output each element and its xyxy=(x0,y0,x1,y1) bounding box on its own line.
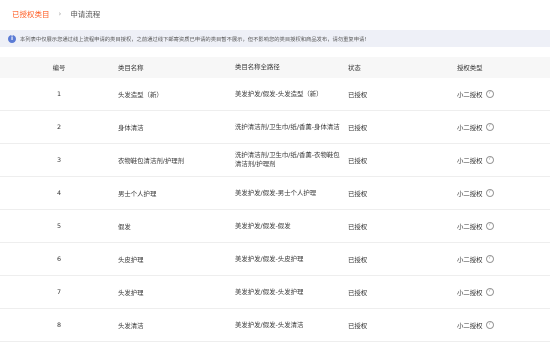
row-category-path: 美发护发/假发-男士个人护理 xyxy=(235,188,317,197)
row-authorization-type: 小二授权 ? xyxy=(457,123,550,132)
row-category-name: 头发护理 xyxy=(118,288,144,297)
row-authorization-type: 小二授权 ? xyxy=(457,321,550,330)
help-icon[interactable]: ? xyxy=(485,288,494,296)
row-index: 1 xyxy=(56,90,62,98)
row-index: 2 xyxy=(56,123,62,131)
row-index: 5 xyxy=(56,222,62,230)
table-row: 6 头皮护理 美发护发/假发-头皮护理 已授权 小二授权 ? xyxy=(0,243,550,276)
table-row: 1 头发造型（新） 美发护发/假发-头发造型（新） 已授权 小二授权 ? xyxy=(0,78,550,111)
row-authorization-type: 小二授权 ? xyxy=(457,189,550,198)
help-icon[interactable]: ? xyxy=(485,255,494,263)
authorization-type-label: 小二授权 xyxy=(457,321,483,330)
header-index: 编号 xyxy=(52,64,66,72)
row-status: 已授权 xyxy=(348,222,368,231)
row-category-path: 美发护发/假发-假发 xyxy=(235,221,291,230)
row-status: 已授权 xyxy=(348,123,368,132)
row-index: 4 xyxy=(56,189,62,197)
authorization-type-label: 小二授权 xyxy=(457,288,483,297)
row-category-path: 洗护清洁剂/卫生巾/纸/香薰-身体清洁 xyxy=(235,122,340,131)
header-category-name: 类目名称 xyxy=(118,64,144,72)
row-category-path: 美发护发/假发-头发清洁 xyxy=(235,320,304,329)
breadcrumb-application-process[interactable]: 申请流程 xyxy=(70,9,100,20)
row-status: 已授权 xyxy=(348,321,368,330)
authorization-type-label: 小二授权 xyxy=(457,123,483,132)
row-category-name: 头皮护理 xyxy=(118,255,144,264)
help-icon[interactable]: ? xyxy=(485,321,494,329)
breadcrumb-authorized-categories[interactable]: 已授权类目 xyxy=(12,9,50,20)
notice-bar: i 本列表中仅展示您通过线上流程申请的类目授权，之前通过线下邮寄资质已申请的类目… xyxy=(0,30,550,47)
row-authorization-type: 小二授权 ? xyxy=(457,156,550,165)
row-status: 已授权 xyxy=(348,156,368,165)
table-row: 2 身体清洁 洗护清洁剂/卫生巾/纸/香薰-身体清洁 已授权 小二授权 ? xyxy=(0,111,550,144)
authorized-categories-page: 已授权类目 › 申请流程 i 本列表中仅展示您通过线上流程申请的类目授权，之前通… xyxy=(0,0,550,342)
row-index: 8 xyxy=(56,321,62,329)
row-status: 已授权 xyxy=(348,288,368,297)
row-category-name: 假发 xyxy=(118,222,131,231)
row-authorization-type: 小二授权 ? xyxy=(457,288,550,297)
row-status: 已授权 xyxy=(348,189,368,198)
help-icon[interactable]: ? xyxy=(485,123,494,131)
table-row: 8 头发清洁 美发护发/假发-头发清洁 已授权 小二授权 ? xyxy=(0,309,550,342)
notice-text: 本列表中仅展示您通过线上流程申请的类目授权，之前通过线下邮寄资质已申请的类目暂不… xyxy=(20,36,367,43)
row-authorization-type: 小二授权 ? xyxy=(457,222,550,231)
row-index: 3 xyxy=(56,156,62,164)
row-category-name: 男士个人护理 xyxy=(118,189,157,198)
help-icon[interactable]: ? xyxy=(485,222,494,230)
row-authorization-type: 小二授权 ? xyxy=(457,90,550,99)
breadcrumb-separator: › xyxy=(58,10,62,18)
row-index: 7 xyxy=(56,288,62,296)
table-row: 3 衣物鞋包清洁剂/护理剂 洗护清洁剂/卫生巾/纸/香薰-衣物鞋包清洁剂/护理剂… xyxy=(0,144,550,177)
row-category-path: 美发护发/假发-头皮护理 xyxy=(235,254,304,263)
table-row: 4 男士个人护理 美发护发/假发-男士个人护理 已授权 小二授权 ? xyxy=(0,177,550,210)
authorization-type-label: 小二授权 xyxy=(457,156,483,165)
header-authorization-type: 授权类型 xyxy=(457,64,483,72)
row-category-path: 美发护发/假发-头发造型（新） xyxy=(235,89,323,98)
help-icon[interactable]: ? xyxy=(485,156,494,164)
authorization-type-label: 小二授权 xyxy=(457,90,483,99)
row-category-path: 洗护清洁剂/卫生巾/纸/香薰-衣物鞋包清洁剂/护理剂 xyxy=(235,151,340,168)
authorization-type-label: 小二授权 xyxy=(457,189,483,198)
category-table: 编号 类目名称 类目名称全路径 状态 授权类型 1 头发造型（新） 美发护发/假… xyxy=(0,57,550,342)
breadcrumb: 已授权类目 › 申请流程 xyxy=(12,7,100,21)
row-category-name: 衣物鞋包清洁剂/护理剂 xyxy=(118,156,185,165)
authorization-type-label: 小二授权 xyxy=(457,255,483,264)
row-index: 6 xyxy=(56,255,62,263)
help-icon[interactable]: ? xyxy=(485,90,494,98)
table-row: 7 头发护理 美发护发/假发-头发护理 已授权 小二授权 ? xyxy=(0,276,550,309)
row-category-name: 头发清洁 xyxy=(118,321,144,330)
header-category-path: 类目名称全路径 xyxy=(235,63,280,71)
authorization-type-label: 小二授权 xyxy=(457,222,483,231)
info-icon: i xyxy=(8,34,16,43)
header-status: 状态 xyxy=(348,64,361,72)
row-category-name: 身体清洁 xyxy=(118,123,144,132)
help-icon[interactable]: ? xyxy=(485,189,494,197)
row-category-name: 头发造型（新） xyxy=(118,90,163,99)
row-authorization-type: 小二授权 ? xyxy=(457,255,550,264)
table-header: 编号 类目名称 类目名称全路径 状态 授权类型 xyxy=(0,57,550,78)
row-status: 已授权 xyxy=(348,90,368,99)
row-category-path: 美发护发/假发-头发护理 xyxy=(235,287,304,296)
table-row: 5 假发 美发护发/假发-假发 已授权 小二授权 ? xyxy=(0,210,550,243)
row-status: 已授权 xyxy=(348,255,368,264)
